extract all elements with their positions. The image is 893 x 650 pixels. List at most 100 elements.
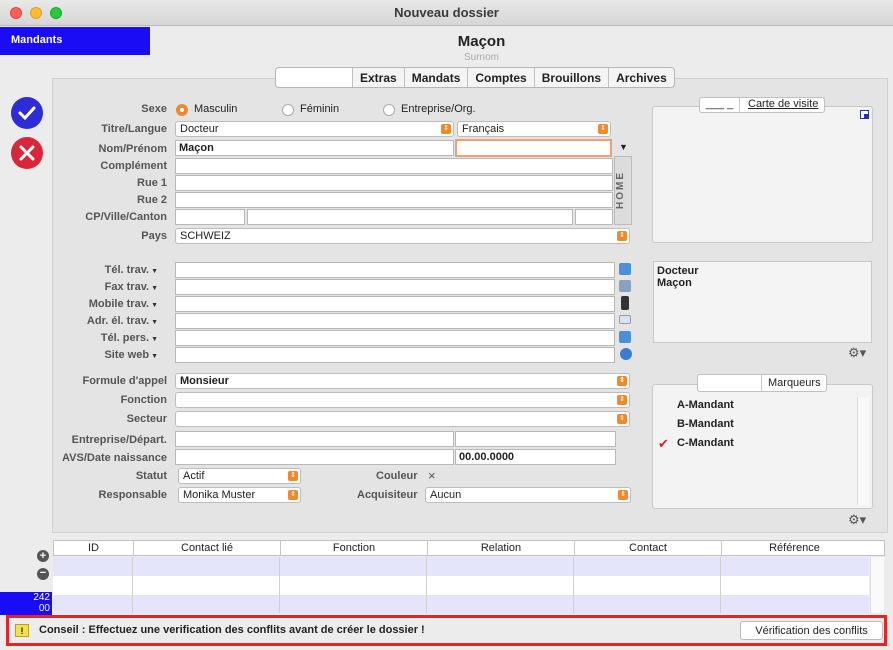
carte-de-visite-link[interactable]: Carte de visite <box>740 98 818 112</box>
responsable-label: Responsable <box>98 489 167 501</box>
statut-select[interactable]: Actif ⇕ <box>178 468 301 484</box>
departement-field[interactable] <box>455 431 616 447</box>
cp-field[interactable] <box>175 209 245 225</box>
add-icon[interactable]: + <box>37 550 49 562</box>
remove-icon[interactable]: − <box>37 568 49 580</box>
tab-extras[interactable]: Extras <box>352 68 404 87</box>
mobile-trav-field[interactable] <box>175 296 615 312</box>
marqueur-c-mandant[interactable]: C-Mandant <box>677 437 734 449</box>
responsable-select[interactable]: Monika Muster ⇕ <box>178 487 301 503</box>
nom-field[interactable]: Maçon <box>175 140 454 156</box>
table-row[interactable] <box>53 595 869 613</box>
entreprise-field[interactable] <box>175 431 454 447</box>
gear-icon[interactable]: ⚙▾ <box>848 345 866 361</box>
expand-icon[interactable] <box>860 110 869 119</box>
table-scrollbar[interactable] <box>870 557 884 613</box>
secteur-select[interactable]: ⇕ <box>175 411 630 427</box>
verify-conflicts-button[interactable]: Vérification des conflits <box>740 621 883 640</box>
table-row[interactable] <box>53 557 869 576</box>
window-title: Nouveau dossier <box>394 5 499 20</box>
dropdown-icon[interactable]: ▼ <box>151 319 158 326</box>
marqueurs-scrollbar[interactable] <box>857 397 869 505</box>
ville-field[interactable] <box>247 209 573 225</box>
fonction-select[interactable]: ⇕ <box>175 392 630 408</box>
mobile-phone-icon[interactable] <box>621 296 629 310</box>
canton-field[interactable] <box>575 209 613 225</box>
avs-date-label: AVS/Date naissance <box>62 452 167 464</box>
radio-entreprise[interactable] <box>383 104 395 116</box>
pays-label: Pays <box>141 230 167 242</box>
tel-pers-label: Tél. pers. ▼ <box>38 332 158 344</box>
fax-icon[interactable] <box>619 280 631 292</box>
confirm-button[interactable] <box>11 97 43 129</box>
home-dropdown-icon[interactable]: ▼ <box>619 142 628 152</box>
chevron-down-icon: ⇕ <box>598 124 608 134</box>
mail-icon[interactable] <box>619 315 631 324</box>
home-toggle[interactable]: HOME <box>614 156 632 225</box>
col-contact[interactable]: Contact <box>575 541 722 555</box>
col-contact-lie[interactable]: Contact lié <box>134 541 281 555</box>
rue1-field[interactable] <box>175 175 613 191</box>
col-fonction[interactable]: Fonction <box>281 541 428 555</box>
site-web-field[interactable] <box>175 347 615 363</box>
complement-field[interactable] <box>175 158 613 174</box>
rue2-field[interactable] <box>175 192 613 208</box>
couleur-clear-button[interactable]: × <box>428 468 436 483</box>
conflict-warning-bar: ! Conseil : Effectuez une verification d… <box>6 615 887 646</box>
adr-el-trav-label: Adr. él. trav. ▼ <box>38 315 158 327</box>
radio-masculin[interactable] <box>176 104 188 116</box>
marqueurs-header: Marqueurs <box>697 374 827 392</box>
warning-icon: ! <box>15 624 29 637</box>
marqueur-a-mandant[interactable]: A-Mandant <box>677 399 734 411</box>
dropdown-icon[interactable]: ▼ <box>151 268 158 275</box>
table-row[interactable] <box>53 576 869 595</box>
adr-el-trav-field[interactable] <box>175 313 615 329</box>
tel-trav-label: Tél. trav. ▼ <box>38 264 158 276</box>
tab-archives[interactable]: Archives <box>608 68 674 87</box>
date-naissance-field[interactable]: 00.00.0000 <box>455 449 616 465</box>
pays-select[interactable]: SCHWEIZ ⇕ <box>175 228 630 244</box>
acquisiteur-select[interactable]: Aucun ⇕ <box>425 487 631 503</box>
globe-icon[interactable] <box>620 348 632 360</box>
langue-select[interactable]: Français ⇕ <box>457 121 611 137</box>
dropdown-icon[interactable]: ▼ <box>151 302 158 309</box>
radio-feminin[interactable] <box>282 104 294 116</box>
acquisiteur-label: Acquisiteur <box>357 489 418 501</box>
marqueurs-title: Marqueurs <box>768 377 821 389</box>
carte-field[interactable]: ___ _ <box>700 98 740 112</box>
chevron-down-icon: ⇕ <box>441 124 451 134</box>
tab-main[interactable] <box>276 68 352 87</box>
secteur-label: Secteur <box>126 413 167 425</box>
mobile-trav-label: Mobile trav. ▼ <box>38 298 158 310</box>
tab-brouillons[interactable]: Brouillons <box>533 68 608 87</box>
record-counter: 242 00 <box>0 592 52 615</box>
dropdown-icon[interactable]: ▼ <box>151 285 158 292</box>
formule-label: Formule d'appel <box>82 375 167 387</box>
surnom-placeholder[interactable]: Surnom <box>0 52 893 63</box>
checkmark-icon: ✔ <box>658 436 669 451</box>
titre-select[interactable]: Docteur ⇕ <box>175 121 454 137</box>
gear-icon[interactable]: ⚙▾ <box>848 512 866 528</box>
col-reference[interactable]: Référence <box>722 541 867 555</box>
tel-pers-field[interactable] <box>175 330 615 346</box>
chevron-down-icon: ⇕ <box>617 414 627 424</box>
avs-field[interactable] <box>175 449 454 465</box>
dropdown-icon[interactable]: ▼ <box>151 336 158 343</box>
marqueurs-field[interactable] <box>698 375 762 391</box>
tab-mandats[interactable]: Mandats <box>403 68 468 87</box>
cancel-button[interactable] <box>11 137 43 169</box>
sexe-label: Sexe <box>141 103 167 115</box>
phone-icon[interactable] <box>619 263 631 275</box>
prenom-field[interactable] <box>455 139 612 157</box>
col-id[interactable]: ID <box>54 541 134 555</box>
marqueur-b-mandant[interactable]: B-Mandant <box>677 418 734 430</box>
formule-select[interactable]: Monsieur ⇕ <box>175 373 630 389</box>
col-relation[interactable]: Relation <box>428 541 575 555</box>
cp-ville-canton-label: CP/Ville/Canton <box>85 211 167 223</box>
rue1-label: Rue 1 <box>137 177 167 189</box>
fax-trav-field[interactable] <box>175 279 615 295</box>
phone-icon[interactable] <box>619 331 631 343</box>
dropdown-icon[interactable]: ▼ <box>151 353 158 360</box>
tel-trav-field[interactable] <box>175 262 615 278</box>
tab-comptes[interactable]: Comptes <box>467 68 533 87</box>
